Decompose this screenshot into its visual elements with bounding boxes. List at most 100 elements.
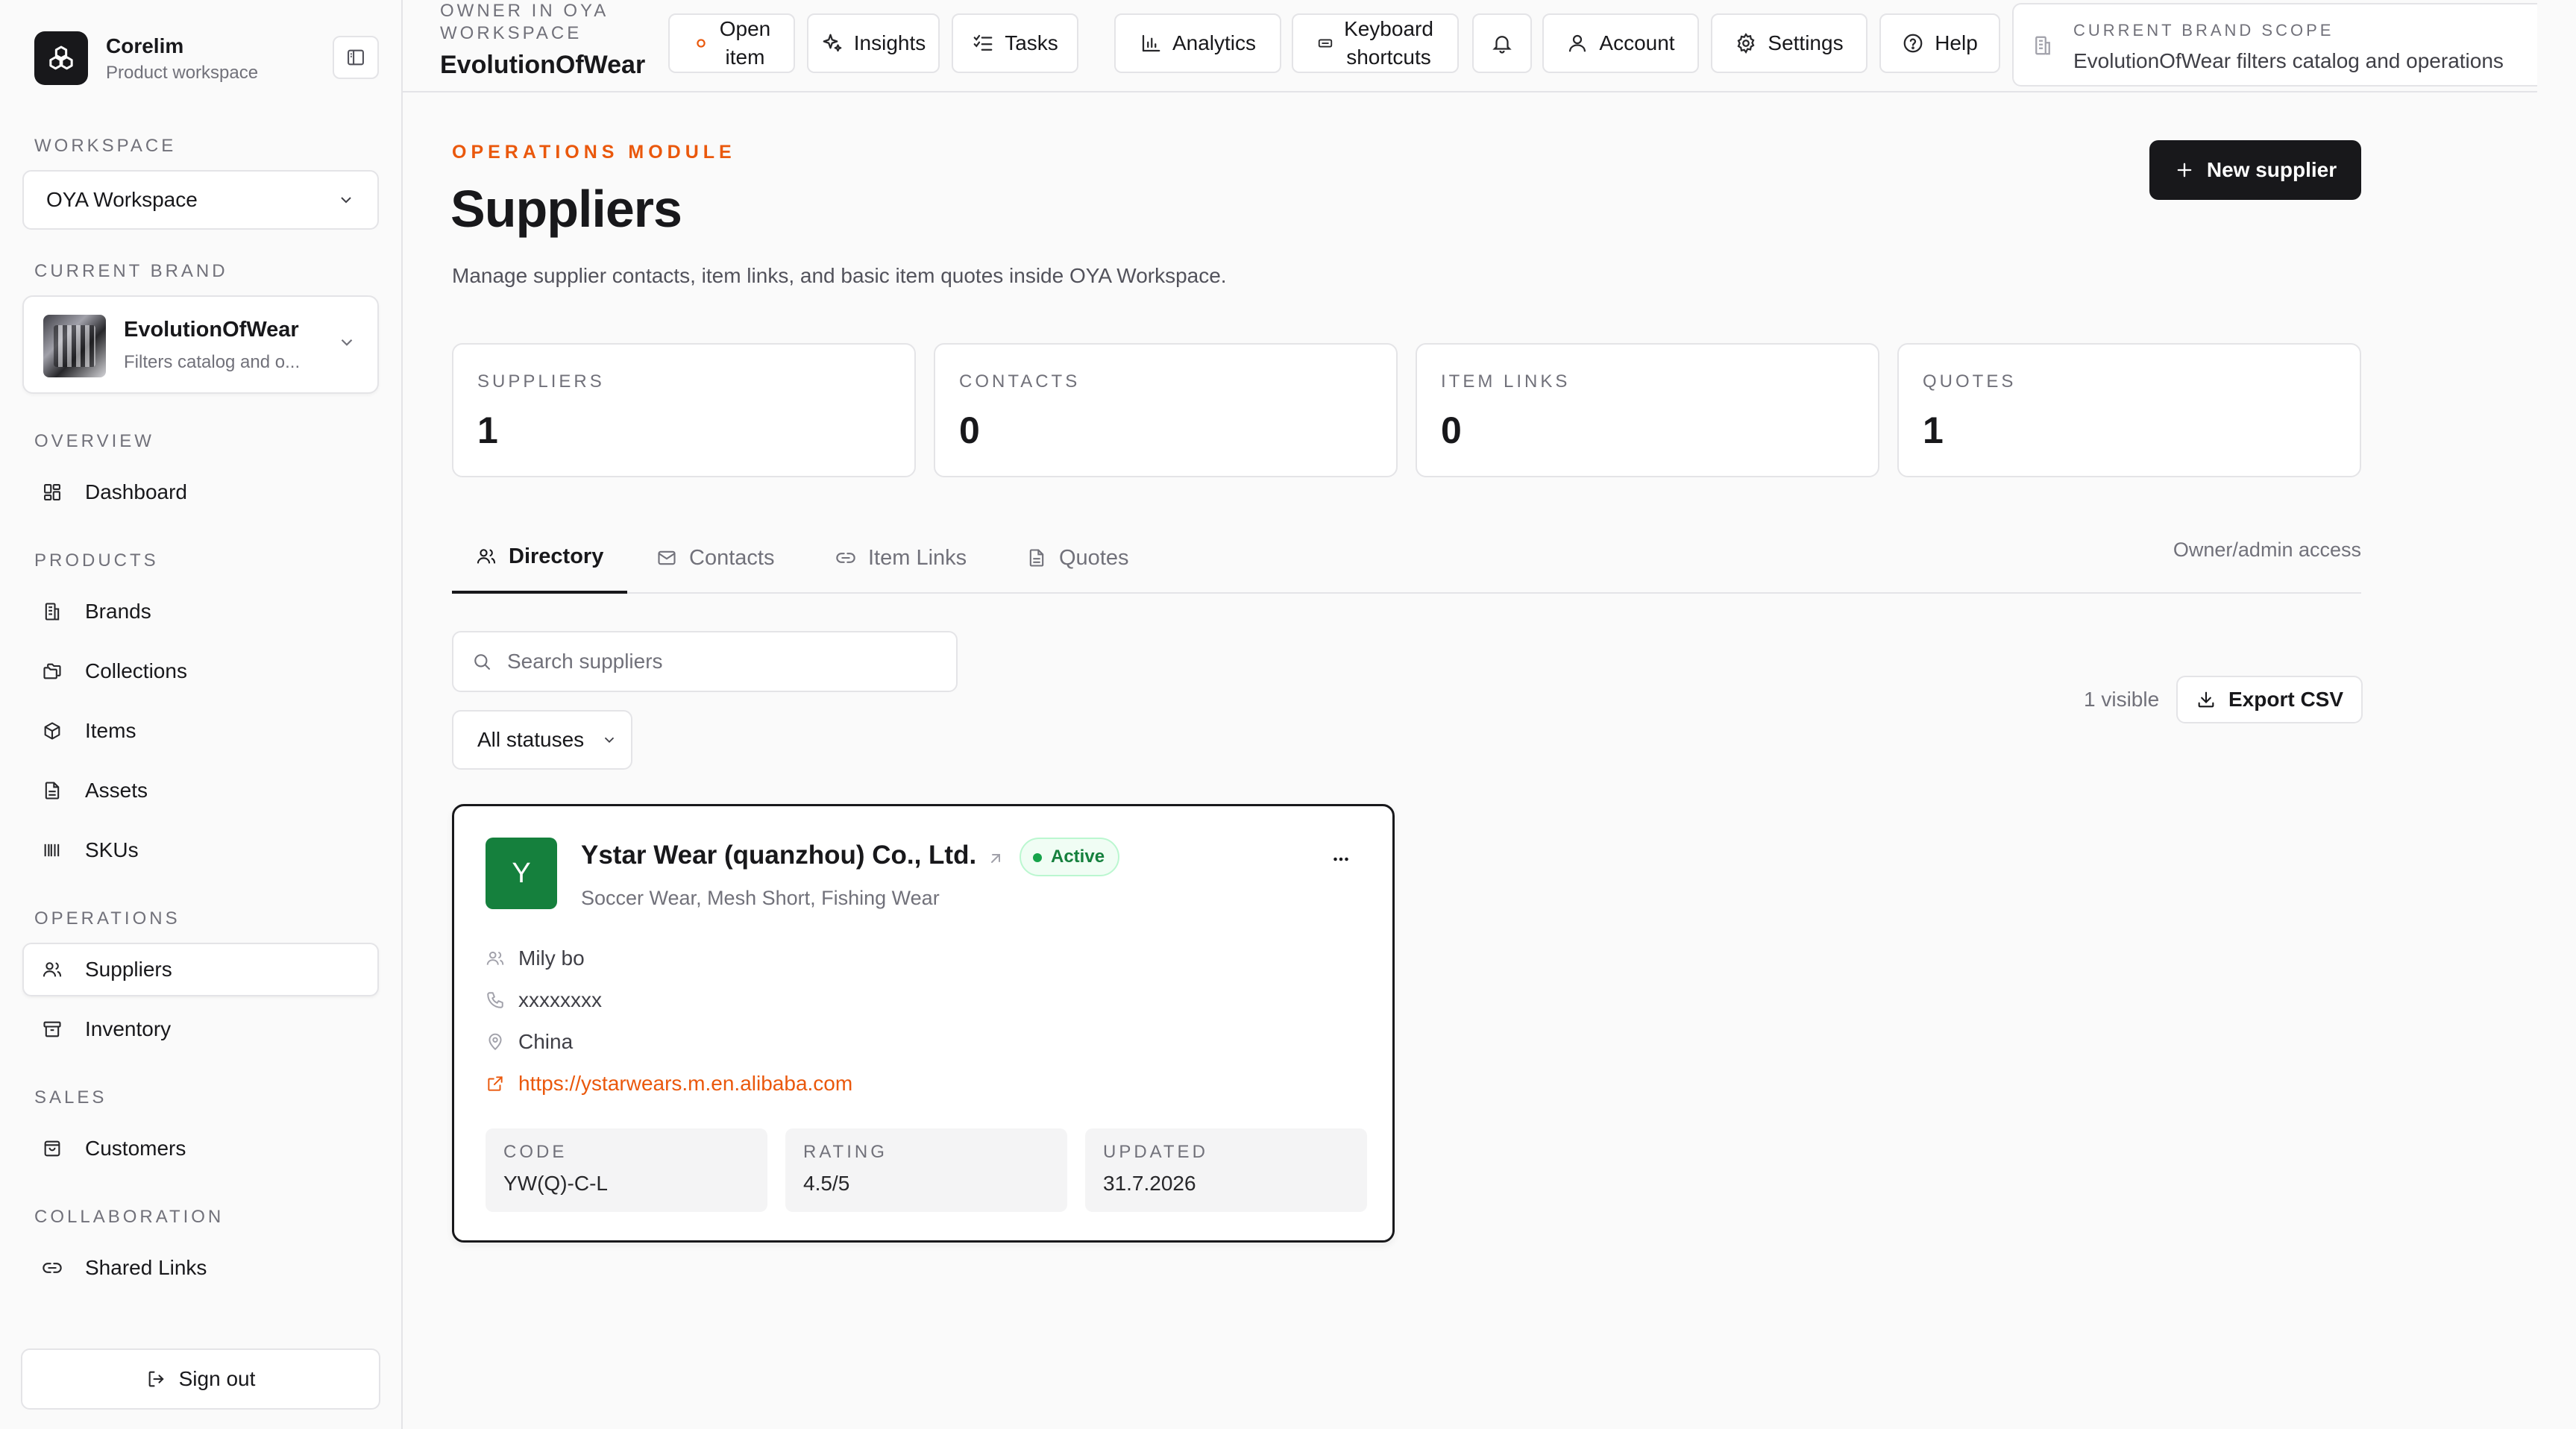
tab-label: Directory [509, 544, 604, 568]
open-item-button[interactable]: Open item [668, 13, 795, 73]
stat-card-quotes: QUOTES 1 [1897, 343, 2361, 477]
supplier-rating-box: RATING 4.5/5 [785, 1128, 1067, 1212]
help-circle-icon [1903, 34, 1923, 53]
sidebar-item-suppliers[interactable]: Suppliers [22, 943, 379, 996]
section-collaboration: COLLABORATION [34, 1207, 224, 1227]
settings-button[interactable]: Settings [1711, 13, 1867, 73]
tab-bar: Directory Contacts Item Links Quotes Own… [452, 522, 2361, 594]
sidebar-item-label: Items [85, 719, 136, 742]
app-subtitle: Product workspace [106, 63, 259, 83]
sidebar-item-shared-links[interactable]: Shared Links [22, 1241, 379, 1295]
help-button[interactable]: Help [1879, 13, 2000, 73]
dashboard-icon [40, 480, 64, 504]
analytics-label: Analytics [1172, 31, 1257, 54]
sidebar-item-dashboard[interactable]: Dashboard [22, 465, 379, 519]
package-icon [40, 719, 64, 743]
supplier-website-row[interactable]: https://ystarwears.m.en.alibaba.com [486, 1069, 852, 1099]
file-icon [40, 779, 64, 803]
gear-icon [1737, 33, 1755, 54]
search-input[interactable] [506, 649, 926, 674]
tab-contacts[interactable]: Contacts [656, 522, 774, 594]
new-supplier-label: New supplier [2206, 158, 2337, 181]
tab-item-links[interactable]: Item Links [835, 522, 967, 594]
new-supplier-button[interactable]: New supplier [2149, 140, 2361, 200]
stat-card-suppliers: SUPPLIERS 1 [452, 343, 916, 477]
top-bar: OWNER IN OYA WORKSPACE EvolutionOfWear O… [403, 0, 2576, 92]
supplier-code: YW(Q)-C-L [503, 1172, 608, 1195]
arrow-up-right-icon[interactable] [987, 849, 1005, 867]
supplier-location-row: China [486, 1027, 573, 1057]
tab-quotes[interactable]: Quotes [1026, 522, 1129, 594]
bell-icon [1492, 36, 1512, 54]
tab-label: Item Links [868, 545, 967, 570]
settings-label: Settings [1768, 31, 1844, 54]
status-badge: Active [1020, 838, 1120, 876]
shortcuts-label-line1: Keyboard [1344, 17, 1433, 40]
tab-label: Contacts [689, 545, 775, 570]
sidebar-item-customers[interactable]: Customers [22, 1122, 379, 1175]
meta-label: UPDATED [1103, 1142, 1208, 1162]
supplier-code-box: CODE YW(Q)-C-L [486, 1128, 767, 1212]
shopping-bag-icon [40, 1137, 64, 1161]
sidebar-item-inventory[interactable]: Inventory [22, 1002, 379, 1056]
insights-label: Insights [853, 31, 926, 54]
archive-icon [40, 1017, 64, 1041]
sidebar-item-label: Dashboard [85, 480, 187, 503]
window-edge [2537, 0, 2576, 1429]
status-filter-select[interactable]: All statuses [452, 710, 632, 770]
sidebar-item-label: Inventory [85, 1017, 172, 1040]
more-actions-button[interactable] [1321, 839, 1361, 879]
access-level: Owner/admin access [2173, 538, 2361, 561]
sidebar-item-assets[interactable]: Assets [22, 764, 379, 817]
brand-switcher[interactable]: EvolutionOfWear Filters catalog and o... [22, 295, 379, 394]
sidebar-item-items[interactable]: Items [22, 704, 379, 758]
brand-description: Filters catalog and o... [124, 352, 301, 372]
sign-out-button[interactable]: Sign out [21, 1348, 380, 1410]
workspace-label: WORKSPACE [34, 136, 177, 156]
open-item-label-line2: item [725, 45, 765, 69]
page-title: Suppliers [450, 180, 682, 238]
page-description: Manage supplier contacts, item links, an… [452, 264, 1227, 287]
supplier-name[interactable]: Ystar Wear (quanzhou) Co., Ltd. [581, 841, 976, 870]
map-pin-icon [489, 1033, 502, 1051]
tasks-label: Tasks [1005, 31, 1058, 54]
module-eyebrow: OPERATIONS MODULE [452, 142, 736, 163]
stat-label: SUPPLIERS [477, 371, 605, 392]
sidebar-item-skus[interactable]: SKUs [22, 823, 379, 877]
users-icon [486, 951, 504, 965]
stat-card-item-links: ITEM LINKS 0 [1416, 343, 1879, 477]
status-filter-value: All statuses [477, 728, 585, 751]
workspace-select[interactable]: OYA Workspace [22, 170, 379, 230]
tasks-button[interactable]: Tasks [952, 13, 1078, 73]
account-button[interactable]: Account [1542, 13, 1699, 73]
stat-value: 0 [959, 409, 980, 451]
section-operations: OPERATIONS [34, 908, 180, 929]
insights-button[interactable]: Insights [807, 13, 940, 73]
link-icon [836, 553, 855, 563]
file-text-icon [1029, 549, 1044, 567]
supplier-card[interactable]: Y Ystar Wear (quanzhou) Co., Ltd. Active… [452, 804, 1395, 1243]
tab-directory[interactable]: Directory [452, 522, 628, 594]
brand-scope-panel: CURRENT BRAND SCOPE EvolutionOfWear filt… [2012, 3, 2567, 87]
app-brand: Corelim Product workspace [34, 31, 379, 88]
notifications-button[interactable] [1472, 13, 1532, 73]
chevron-down-icon [604, 737, 615, 744]
scope-label: CURRENT BRAND SCOPE [2073, 21, 2334, 40]
sidebar-item-brands[interactable]: Brands [22, 585, 379, 638]
export-csv-label: Export CSV [2228, 688, 2344, 711]
keyboard-icon [1318, 39, 1333, 48]
analytics-button[interactable]: Analytics [1114, 13, 1281, 73]
building-icon [40, 600, 64, 624]
command-icon [697, 39, 706, 48]
supplier-website-link[interactable]: https://ystarwears.m.en.alibaba.com [518, 1072, 852, 1096]
export-csv-button[interactable]: Export CSV [2176, 676, 2363, 723]
sidebar-item-label: Shared Links [85, 1256, 207, 1279]
search-field[interactable] [452, 631, 958, 692]
open-item-label-line1: Open [719, 17, 771, 40]
sidebar-toggle-button[interactable] [333, 36, 379, 79]
stat-label: CONTACTS [959, 371, 1081, 392]
sidebar-item-collections[interactable]: Collections [22, 644, 379, 698]
bar-chart-icon [1142, 34, 1160, 52]
keyboard-shortcuts-button[interactable]: Keyboard shortcuts [1292, 13, 1459, 73]
sidebar: Corelim Product workspace WORKSPACE OYA … [0, 0, 403, 1429]
